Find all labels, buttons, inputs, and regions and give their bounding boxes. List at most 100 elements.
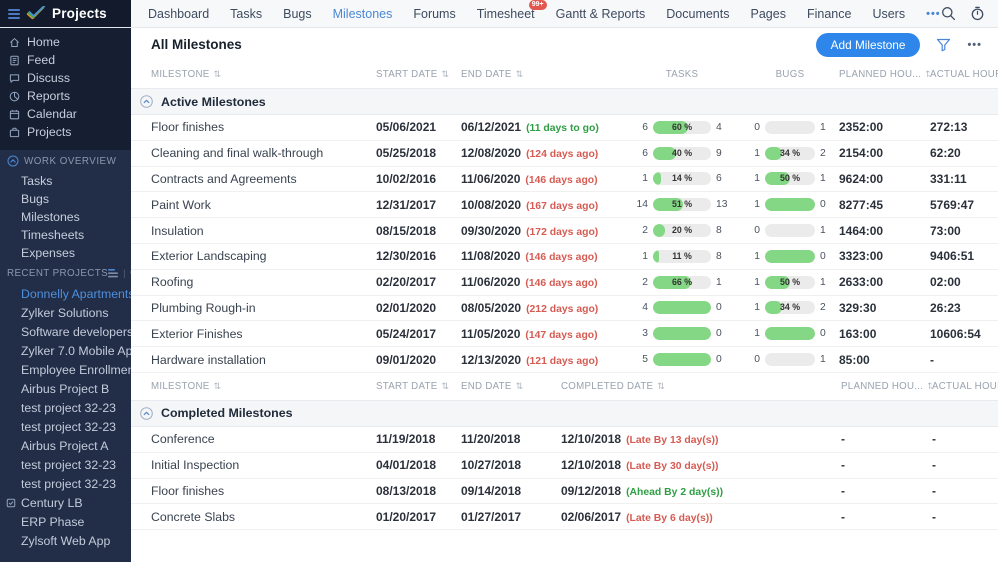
milestone-row[interactable]: Conference11/19/201811/20/201812/10/2018…	[131, 427, 998, 453]
milestone-name[interactable]: Paint Work	[131, 198, 376, 212]
recent-project-item[interactable]: test project 32-23	[0, 417, 131, 436]
col-header-start-date[interactable]: START DATE⇅	[376, 69, 461, 80]
sidebar-item-projects[interactable]: Projects	[0, 123, 131, 141]
recent-project-item[interactable]: test project 32-23	[0, 474, 131, 493]
planned-hours: 163:00	[839, 327, 930, 341]
timer-icon[interactable]	[970, 6, 986, 22]
project-list-icon[interactable]	[108, 269, 119, 278]
milestone-name[interactable]: Cleaning and final walk-through	[131, 146, 376, 160]
recent-project-item[interactable]: test project 32-23	[0, 398, 131, 417]
topnav-item-timesheet[interactable]: Timesheet99+	[477, 7, 535, 21]
planned-hours: 1464:00	[839, 224, 930, 238]
milestone-row[interactable]: Cleaning and final walk-through05/25/201…	[131, 141, 998, 167]
active-milestones-section[interactable]: Active Milestones	[131, 89, 998, 115]
col-header-completed-date[interactable]: COMPLETED DATE⇅	[561, 381, 841, 392]
topnav-item-tasks[interactable]: Tasks	[230, 7, 262, 21]
milestone-name[interactable]: Plumbing Rough-in	[131, 301, 376, 315]
section-title: Completed Milestones	[161, 406, 293, 420]
col-header-end-date[interactable]: END DATE⇅	[461, 69, 623, 80]
sidebar-item-tasks[interactable]: Tasks	[0, 172, 131, 190]
milestone-name[interactable]: Roofing	[131, 275, 376, 289]
milestone-name[interactable]: Hardware installation	[131, 353, 376, 367]
completion-note: (Late By 6 day(s))	[626, 513, 713, 524]
milestone-row[interactable]: Plumbing Rough-in02/01/202008/05/2020(21…	[131, 296, 998, 322]
recent-project-item[interactable]: Century LB	[0, 493, 131, 512]
sidebar-item-reports[interactable]: Reports	[0, 87, 131, 105]
actual-hours: 10606:54	[930, 327, 998, 341]
end-date: 11/20/2018	[461, 432, 561, 446]
search-icon[interactable]	[941, 6, 957, 22]
tasks-progress: 1451 %13	[623, 198, 741, 211]
milestone-row[interactable]: Exterior Landscaping12/30/201611/08/2020…	[131, 244, 998, 270]
topnav-item-milestones[interactable]: Milestones	[333, 7, 393, 21]
milestone-row[interactable]: Insulation08/15/201809/30/2020(172 days …	[131, 218, 998, 244]
milestone-name[interactable]: Exterior Landscaping	[131, 249, 376, 263]
more-options-icon[interactable]: •••	[967, 39, 982, 51]
sort-icon: ⇅	[214, 381, 222, 392]
sidebar-item-timesheets[interactable]: Timesheets	[0, 226, 131, 244]
recent-project-item[interactable]: ERP Phase	[0, 512, 131, 531]
topnav-item-users[interactable]: Users	[872, 7, 905, 21]
planned-hours: 3323:00	[839, 249, 930, 263]
sidebar-primary-nav: HomeFeedDiscussReportsCalendarProjects	[0, 28, 131, 150]
topnav-item-documents[interactable]: Documents	[666, 7, 729, 21]
topnav-item-finance[interactable]: Finance	[807, 7, 851, 21]
topnav-item-pages[interactable]: Pages	[751, 7, 786, 21]
milestone-name[interactable]: Insulation	[131, 224, 376, 238]
milestone-row[interactable]: Concrete Slabs01/20/201701/27/201702/06/…	[131, 504, 998, 530]
sidebar-item-expenses[interactable]: Expenses	[0, 244, 131, 262]
hamburger-menu-icon[interactable]	[8, 9, 20, 19]
recent-project-item[interactable]: Donnelly Apartments C	[0, 284, 131, 303]
milestone-row[interactable]: Roofing02/20/201711/06/2020(146 days ago…	[131, 270, 998, 296]
milestone-name[interactable]: Initial Inspection	[131, 458, 376, 472]
col-header-planned-hours[interactable]: PLANNED HOU...⇅	[841, 381, 932, 392]
col-header-milestone[interactable]: MILESTONE⇅	[131, 69, 376, 80]
recent-project-item[interactable]: Zylker Solutions	[0, 303, 131, 322]
recent-project-item[interactable]: Employee Enrollment	[0, 360, 131, 379]
recent-project-item[interactable]: Airbus Project B	[0, 379, 131, 398]
col-header-start-date[interactable]: START DATE⇅	[376, 381, 461, 392]
recent-project-item[interactable]: test project 32-23	[0, 455, 131, 474]
topnav-item-dashboard[interactable]: Dashboard	[148, 7, 209, 21]
recent-project-item[interactable]: Airbus Project A	[0, 436, 131, 455]
actual-hours: 02:00	[930, 275, 998, 289]
sidebar-item-feed[interactable]: Feed	[0, 51, 131, 69]
completed-milestones-section[interactable]: Completed Milestones	[131, 401, 998, 427]
milestone-row[interactable]: Hardware installation09/01/202012/13/202…	[131, 347, 998, 373]
recent-project-item[interactable]: Software developers re	[0, 322, 131, 341]
actual-hours: 5769:47	[930, 198, 998, 212]
recent-project-item[interactable]: Zylker 7.0 Mobile App	[0, 341, 131, 360]
filter-icon[interactable]	[936, 38, 951, 52]
milestone-row[interactable]: Contracts and Agreements10/02/201611/06/…	[131, 167, 998, 193]
topnav-item-gantt-reports[interactable]: Gantt & Reports	[556, 7, 646, 21]
col-header-actual-hours[interactable]: ACTUAL HOUR...⇅	[932, 381, 998, 392]
milestone-name[interactable]: Conference	[131, 432, 376, 446]
milestone-row[interactable]: Paint Work12/31/201710/08/2020(167 days …	[131, 192, 998, 218]
milestone-name[interactable]: Floor finishes	[131, 120, 376, 134]
topnav-item-forums[interactable]: Forums	[413, 7, 455, 21]
milestone-name[interactable]: Floor finishes	[131, 484, 376, 498]
col-header-planned-hours[interactable]: PLANNED HOU...⇅	[839, 69, 930, 80]
sort-icon: ⇅	[442, 381, 450, 392]
topnav-item-bugs[interactable]: Bugs	[283, 7, 312, 21]
col-header-milestone[interactable]: MILESTONE⇅	[131, 381, 376, 392]
milestone-row[interactable]: Exterior Finishes05/24/201711/05/2020(14…	[131, 321, 998, 347]
milestone-name[interactable]: Concrete Slabs	[131, 510, 376, 524]
sidebar-item-bugs[interactable]: Bugs	[0, 190, 131, 208]
col-header-actual-hours[interactable]: ACTUAL HOUR...⇅	[930, 69, 998, 80]
sidebar-item-milestones[interactable]: Milestones	[0, 208, 131, 226]
collapse-circle-icon	[7, 155, 19, 167]
col-header-end-date[interactable]: END DATE⇅	[461, 381, 561, 392]
sidebar-item-calendar[interactable]: Calendar	[0, 105, 131, 123]
milestone-name[interactable]: Exterior Finishes	[131, 327, 376, 341]
milestone-name[interactable]: Contracts and Agreements	[131, 172, 376, 186]
milestone-row[interactable]: Floor finishes05/06/202106/12/2021(11 da…	[131, 115, 998, 141]
add-milestone-button[interactable]: Add Milestone	[816, 33, 921, 57]
topnav-more-icon[interactable]: •••	[926, 8, 941, 20]
milestone-row[interactable]: Initial Inspection04/01/201810/27/201812…	[131, 453, 998, 479]
milestone-row[interactable]: Floor finishes08/13/201809/14/201809/12/…	[131, 479, 998, 505]
sidebar-item-home[interactable]: Home	[0, 33, 131, 51]
sidebar-item-discuss[interactable]: Discuss	[0, 69, 131, 87]
recent-project-item[interactable]: Zylsoft Web App	[0, 531, 131, 550]
sidebar-section-work-overview[interactable]: WORK OVERVIEW	[0, 150, 131, 172]
